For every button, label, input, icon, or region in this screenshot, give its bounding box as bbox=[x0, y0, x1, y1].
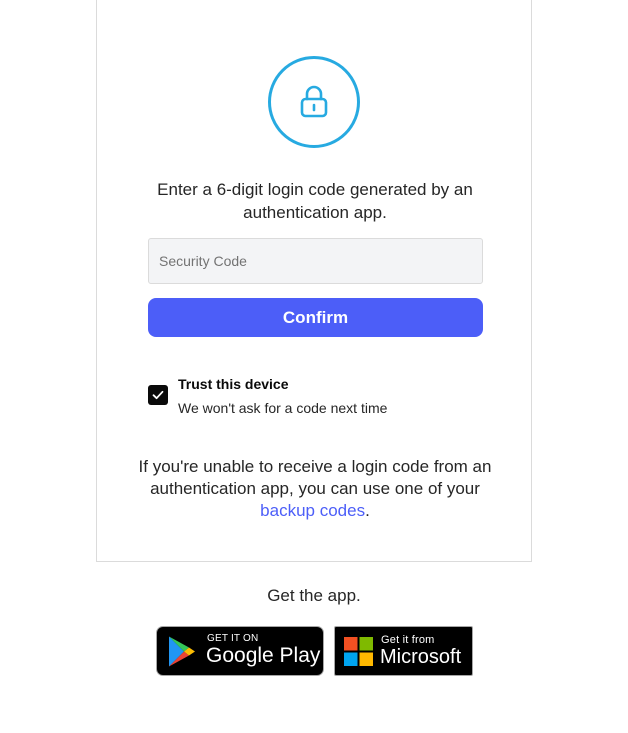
backup-text: If you're unable to receive a login code… bbox=[138, 457, 492, 498]
backup-codes-help: If you're unable to receive a login code… bbox=[137, 456, 493, 522]
trust-device-subtitle: We won't ask for a code next time bbox=[178, 400, 388, 416]
trust-device-checkbox[interactable] bbox=[148, 385, 168, 405]
check-icon bbox=[152, 390, 164, 400]
backup-text-end: . bbox=[365, 501, 370, 520]
trust-device-option: Trust this device We won't ask for a cod… bbox=[148, 376, 483, 422]
microsoft-icon bbox=[344, 637, 373, 666]
instructions-text: Enter a 6-digit login code generated by … bbox=[157, 180, 473, 222]
microsoft-small-text: Get it from bbox=[381, 634, 435, 646]
google-play-icon bbox=[169, 636, 195, 667]
google-play-big-text: Google Play bbox=[206, 644, 321, 667]
confirm-button[interactable]: Confirm bbox=[148, 298, 483, 337]
lock-icon bbox=[268, 56, 360, 148]
microsoft-store-badge[interactable]: Get it from Microsoft bbox=[334, 626, 473, 676]
google-play-badge[interactable]: GET IT ON Google Play bbox=[156, 626, 324, 676]
trust-device-title: Trust this device bbox=[178, 376, 289, 392]
two-factor-card: Enter a 6-digit login code generated by … bbox=[96, 0, 532, 562]
google-play-small-text: GET IT ON bbox=[207, 633, 259, 644]
microsoft-big-text: Microsoft bbox=[380, 646, 462, 668]
get-the-app-label: Get the app. bbox=[267, 586, 361, 605]
security-code-input[interactable] bbox=[148, 238, 483, 284]
backup-codes-link[interactable]: backup codes bbox=[260, 501, 365, 520]
